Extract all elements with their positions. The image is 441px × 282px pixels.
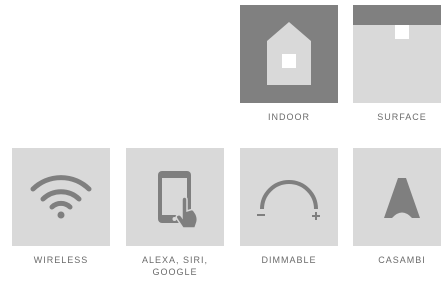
surface-label: SURFACE bbox=[377, 112, 427, 122]
ceiling-mount-icon bbox=[353, 5, 441, 103]
smartphone-touch-icon bbox=[126, 148, 224, 246]
wifi-icon bbox=[12, 148, 110, 246]
wireless-tile bbox=[12, 148, 110, 246]
casambi-label: CASAMBI bbox=[378, 255, 426, 265]
casambi-tile bbox=[353, 148, 441, 246]
indoor-tile bbox=[240, 5, 338, 103]
wireless-label: WIRELESS bbox=[33, 255, 89, 265]
dimmable-label: DIMMABLE bbox=[261, 255, 317, 265]
dimmable-tile bbox=[240, 148, 338, 246]
dimmer-dial-icon bbox=[240, 148, 338, 246]
house-icon bbox=[240, 5, 338, 103]
indoor-label: INDOOR bbox=[268, 112, 310, 122]
surface-tile bbox=[353, 5, 441, 103]
voice-assistant-tile bbox=[126, 148, 224, 246]
casambi-logo-icon bbox=[353, 148, 441, 246]
voice-assistant-label-line1: ALEXA, SIRI, bbox=[141, 255, 209, 265]
voice-assistant-label: ALEXA, SIRI, GOOGLE bbox=[126, 254, 224, 278]
voice-assistant-label-line2: GOOGLE bbox=[152, 267, 198, 277]
